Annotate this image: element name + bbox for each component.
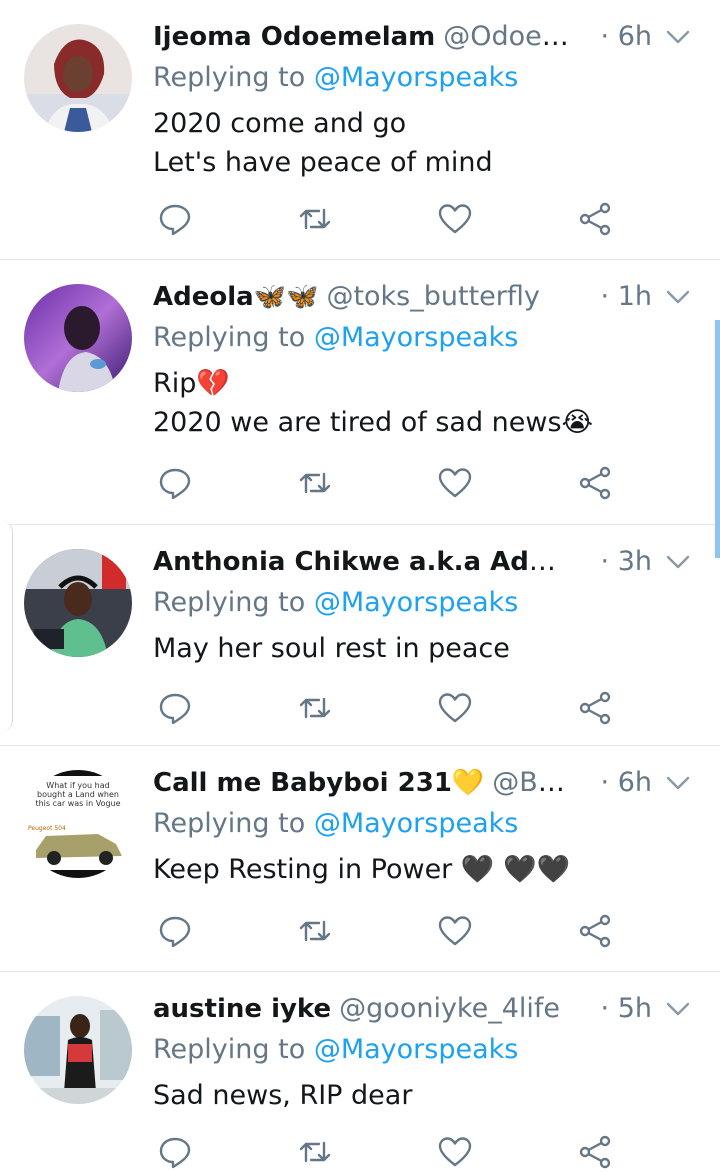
tweet-text: 2020 come and go Let's have peace of min… [153, 104, 493, 182]
replying-to: Replying to @Mayorspeaks [153, 60, 518, 96]
avatar[interactable]: What if you had bought a Land when this … [24, 770, 132, 878]
tweet[interactable]: Anthonia Chikwe a.k.a Ada Ow… · 3h Reply… [0, 525, 720, 746]
tweet-text-line: Rip💔 [153, 368, 231, 399]
avatar[interactable] [24, 24, 132, 132]
author-handle[interactable]: @Baba… [492, 767, 572, 798]
share-icon[interactable] [575, 463, 615, 503]
tweet[interactable]: Ijeoma Odoemelam @Odoemel… · 6h Replying … [0, 0, 720, 260]
retweet-icon[interactable] [295, 463, 335, 503]
avatar-image [24, 996, 132, 1104]
avatar-image: What if you had bought a Land when this … [24, 770, 132, 878]
chevron-down-icon[interactable] [664, 548, 692, 576]
avatar-caption: What if you had [46, 781, 109, 790]
retweet-icon[interactable] [295, 688, 335, 728]
avatar-image [24, 549, 132, 657]
replying-to: Replying to @Mayorspeaks [153, 320, 518, 356]
name-emoji: 🦋🦋 [253, 282, 319, 312]
tweet-text: Sad news, RIP dear [153, 1076, 412, 1115]
tweet[interactable]: What if you had bought a Land when this … [0, 746, 720, 972]
avatar-caption: Peugeot 504 [28, 825, 66, 832]
tweet-text-line: 2020 we are tired of sad news😭 [153, 407, 594, 438]
mention-link[interactable]: @Mayorspeaks [314, 587, 519, 618]
author-name[interactable]: Call me Babyboi 231 [153, 768, 452, 798]
chevron-down-icon[interactable] [664, 995, 692, 1023]
author-name[interactable]: Anthonia Chikwe a.k.a Ada Ow… [153, 546, 572, 577]
share-icon[interactable] [575, 1132, 615, 1172]
scrollbar-thumb[interactable] [715, 320, 720, 558]
author-handle[interactable]: @Odoemel… [443, 21, 572, 52]
action-bar [153, 688, 623, 728]
reply-icon[interactable] [155, 463, 195, 503]
retweet-icon[interactable] [295, 199, 335, 239]
reply-icon[interactable] [155, 911, 195, 951]
reply-feed: Ijeoma Odoemelam @Odoemel… · 6h Replying … [0, 0, 720, 1172]
chevron-down-icon[interactable] [664, 769, 692, 797]
replying-prefix: Replying to [153, 1034, 306, 1065]
tweet-text-line: 2020 come and go [153, 108, 407, 139]
replying-to: Replying to @Mayorspeaks [153, 1032, 518, 1068]
replying-prefix: Replying to [153, 808, 306, 839]
author-name[interactable]: Ijeoma Odoemelam [153, 22, 435, 52]
replying-to: Replying to @Mayorspeaks [153, 806, 518, 842]
author-handle[interactable]: @gooniyke_4life [339, 993, 560, 1024]
tweet-text: May her soul rest in peace [153, 629, 510, 668]
replying-prefix: Replying to [153, 62, 306, 93]
action-bar [153, 911, 623, 951]
tweet-text-line: Keep Resting in Power 🖤 🖤🖤 [153, 854, 571, 885]
tweet-text-line: Let's have peace of mind [153, 147, 493, 178]
mention-link[interactable]: @Mayorspeaks [314, 808, 519, 839]
reply-icon[interactable] [155, 199, 195, 239]
retweet-icon[interactable] [295, 1132, 335, 1172]
like-icon[interactable] [435, 688, 475, 728]
avatar-caption: bought a Land when [37, 790, 119, 799]
like-icon[interactable] [435, 1132, 475, 1172]
tweet-time[interactable]: · 6h [601, 765, 652, 801]
tweet[interactable]: Adeola🦋🦋 @toks_butterfly · 1h Replying to… [0, 260, 720, 525]
tweet-text-line: May her soul rest in peace [153, 633, 510, 664]
avatar-caption: this car was in Vogue [35, 799, 120, 808]
like-icon[interactable] [435, 911, 475, 951]
mention-link[interactable]: @Mayorspeaks [314, 62, 519, 93]
retweet-icon[interactable] [295, 911, 335, 951]
replying-prefix: Replying to [153, 587, 306, 618]
share-icon[interactable] [575, 199, 615, 239]
avatar-image [24, 24, 132, 132]
share-icon[interactable] [575, 688, 615, 728]
share-icon[interactable] [575, 911, 615, 951]
tweet-time[interactable]: · 3h [601, 544, 652, 580]
tweet-text-line: Sad news, RIP dear [153, 1080, 413, 1111]
replying-prefix: Replying to [153, 322, 306, 353]
like-icon[interactable] [435, 199, 475, 239]
avatar-image [24, 284, 132, 392]
avatar[interactable] [24, 549, 132, 657]
action-bar [153, 463, 623, 503]
avatar[interactable] [24, 996, 132, 1104]
avatar[interactable] [24, 284, 132, 392]
chevron-down-icon[interactable] [664, 283, 692, 311]
author-name[interactable]: austine iyke [153, 994, 331, 1024]
tweet-text: Rip💔 2020 we are tired of sad news😭 [153, 364, 593, 442]
author-handle[interactable]: @toks_butterfly [326, 281, 539, 312]
chevron-down-icon[interactable] [664, 23, 692, 51]
name-emoji: 💛 [451, 768, 485, 798]
tweet-time[interactable]: · 5h [601, 991, 652, 1027]
reply-icon[interactable] [155, 1132, 195, 1172]
tweet-time[interactable]: · 1h [601, 279, 652, 315]
mention-link[interactable]: @Mayorspeaks [314, 1034, 519, 1065]
action-bar [153, 199, 623, 239]
tweet-time[interactable]: · 6h [601, 19, 652, 55]
edge-panel-handle[interactable] [0, 520, 13, 732]
like-icon[interactable] [435, 463, 475, 503]
replying-to: Replying to @Mayorspeaks [153, 585, 518, 621]
author-name[interactable]: Adeola [153, 282, 254, 312]
action-bar [153, 1132, 623, 1172]
mention-link[interactable]: @Mayorspeaks [314, 322, 519, 353]
tweet[interactable]: austine iyke @gooniyke_4life · 5h Replyin… [0, 972, 720, 1172]
reply-icon[interactable] [155, 688, 195, 728]
tweet-text: Keep Resting in Power 🖤 🖤🖤 [153, 850, 570, 889]
